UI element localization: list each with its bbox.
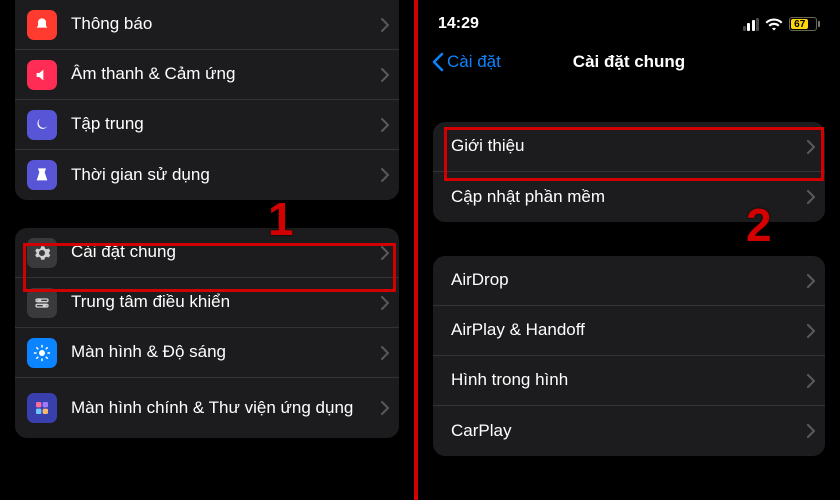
row-software-update[interactable]: Cập nhật phần mềm [433,172,825,222]
chevron-right-icon [807,374,815,388]
row-label: AirDrop [451,270,801,290]
chevron-right-icon [807,190,815,204]
row-sound[interactable]: Âm thanh & Cảm ứng [15,50,399,100]
row-label: Cài đặt chung [71,242,375,262]
brightness-icon [27,338,57,368]
settings-main-pane: Thông báo Âm thanh & Cảm ứng Tập trung [0,0,414,500]
notification-icon [27,10,57,40]
chevron-right-icon [381,296,389,310]
chevron-right-icon [381,68,389,82]
row-pip[interactable]: Hình trong hình [433,356,825,406]
chevron-right-icon [807,324,815,338]
row-control-center[interactable]: Trung tâm điều khiển [15,278,399,328]
chevron-right-icon [807,140,815,154]
control-center-icon [27,288,57,318]
general-settings-pane: 14:29 67 Cài đặt Cài đặt chung [418,0,840,500]
nav-bar: Cài đặt Cài đặt chung [418,40,840,84]
row-label: AirPlay & Handoff [451,320,801,340]
chevron-right-icon [807,274,815,288]
row-notifications[interactable]: Thông báo [15,0,399,50]
chevron-right-icon [381,246,389,260]
row-label: Giới thiệu [451,136,801,156]
row-label: Tập trung [71,114,375,134]
row-home-screen[interactable]: Màn hình chính & Thư viện ứng dụng [15,378,399,438]
chevron-right-icon [381,168,389,182]
chevron-right-icon [381,346,389,360]
row-display[interactable]: Màn hình & Độ sáng [15,328,399,378]
screentime-icon [27,160,57,190]
row-label: Thời gian sử dụng [71,165,375,185]
battery-icon: 67 [789,17,820,31]
row-focus[interactable]: Tập trung [15,100,399,150]
row-label: Hình trong hình [451,370,801,390]
row-label: Màn hình chính & Thư viện ứng dụng [71,398,375,418]
row-label: Thông báo [71,14,375,34]
chevron-right-icon [381,18,389,32]
settings-group-notifications: Thông báo Âm thanh & Cảm ứng Tập trung [15,0,399,200]
chevron-right-icon [807,424,815,438]
row-about[interactable]: Giới thiệu [433,122,825,172]
row-general[interactable]: Cài đặt chung [15,228,399,278]
status-bar: 14:29 67 [418,0,840,40]
sound-icon [27,60,57,90]
general-group-connectivity: AirDrop AirPlay & Handoff Hình trong hìn… [433,256,825,456]
back-button[interactable]: Cài đặt [432,52,501,72]
row-carplay[interactable]: CarPlay [433,406,825,456]
row-label: Cập nhật phần mềm [451,187,801,207]
row-label: Trung tâm điều khiển [71,292,375,312]
row-screentime[interactable]: Thời gian sử dụng [15,150,399,200]
home-screen-icon [27,393,57,423]
status-time: 14:29 [438,15,479,33]
row-airplay[interactable]: AirPlay & Handoff [433,306,825,356]
wifi-icon [765,18,783,31]
row-airdrop[interactable]: AirDrop [433,256,825,306]
focus-icon [27,110,57,140]
row-label: Âm thanh & Cảm ứng [71,64,375,84]
chevron-right-icon [381,118,389,132]
chevron-right-icon [381,401,389,415]
row-label: Màn hình & Độ sáng [71,342,375,362]
row-label: CarPlay [451,421,801,441]
gear-icon [27,238,57,268]
general-group-about: Giới thiệu Cập nhật phần mềm [433,122,825,222]
back-label: Cài đặt [447,52,501,72]
settings-group-general: Cài đặt chung Trung tâm điều khiển Màn h… [15,228,399,438]
cellular-icon [743,18,760,31]
